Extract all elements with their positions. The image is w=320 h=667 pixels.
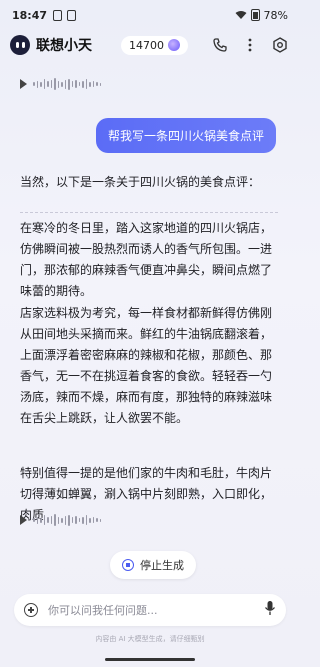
status-notification-icons: [53, 9, 77, 21]
chat-input[interactable]: 你可以问我任何问题...: [48, 602, 264, 618]
status-bar: 18:47 78%: [0, 0, 300, 30]
play-icon[interactable]: [20, 79, 27, 89]
ai-disclaimer: 内容由 AI 大模型生成，请仔细甄别: [95, 635, 205, 643]
app-title: 联想小天: [36, 38, 92, 54]
gem-icon: [168, 39, 180, 51]
settings-icon[interactable]: [270, 35, 290, 55]
notification-icon-2: [67, 9, 77, 21]
points-value: 14700: [129, 38, 164, 52]
divider: [20, 212, 278, 213]
battery-icon: [250, 9, 260, 21]
phone-icon[interactable]: [210, 35, 230, 55]
status-time: 18:47: [12, 8, 48, 22]
reply-intro: 当然，以下是一条关于四川火锅的美食点评：: [20, 175, 261, 189]
app-logo-icon: [10, 35, 30, 55]
wifi-icon: [235, 11, 247, 19]
app-header: 联想小天 14700: [0, 30, 300, 60]
status-right: 78%: [235, 9, 288, 22]
waveform-icon: [33, 78, 101, 90]
user-message-bubble: 帮我写一条四川火锅美食点评: [95, 118, 276, 153]
play-icon-bottom[interactable]: [20, 515, 27, 525]
audio-player-top[interactable]: [20, 78, 101, 90]
reply-paragraph-2: 店家选料极为考究，每一样食材都新鲜得仿佛刚从田间地头采摘而来。鲜红的牛油锅底翻滚…: [20, 306, 273, 425]
stop-generating-label: 停止生成: [140, 559, 184, 572]
add-icon[interactable]: [24, 603, 38, 617]
audio-player-bottom[interactable]: [20, 514, 101, 526]
notification-icon: [53, 9, 63, 21]
waveform-icon-bottom: [33, 514, 101, 526]
battery-level: 78%: [263, 8, 288, 22]
stop-generating-button[interactable]: 停止生成: [110, 551, 196, 579]
mic-icon[interactable]: [264, 600, 276, 620]
chat-input-bar[interactable]: 你可以问我任何问题...: [14, 594, 286, 626]
points-badge[interactable]: 14700: [121, 35, 188, 55]
reply-paragraph-1: 在寒冷的冬日里，踏入这家地道的四川火锅店，仿佛瞬间被一股热烈而诱人的香气所包围。…: [20, 221, 273, 298]
stop-icon: [122, 559, 134, 571]
home-indicator[interactable]: [105, 658, 195, 661]
more-icon[interactable]: [240, 35, 260, 55]
